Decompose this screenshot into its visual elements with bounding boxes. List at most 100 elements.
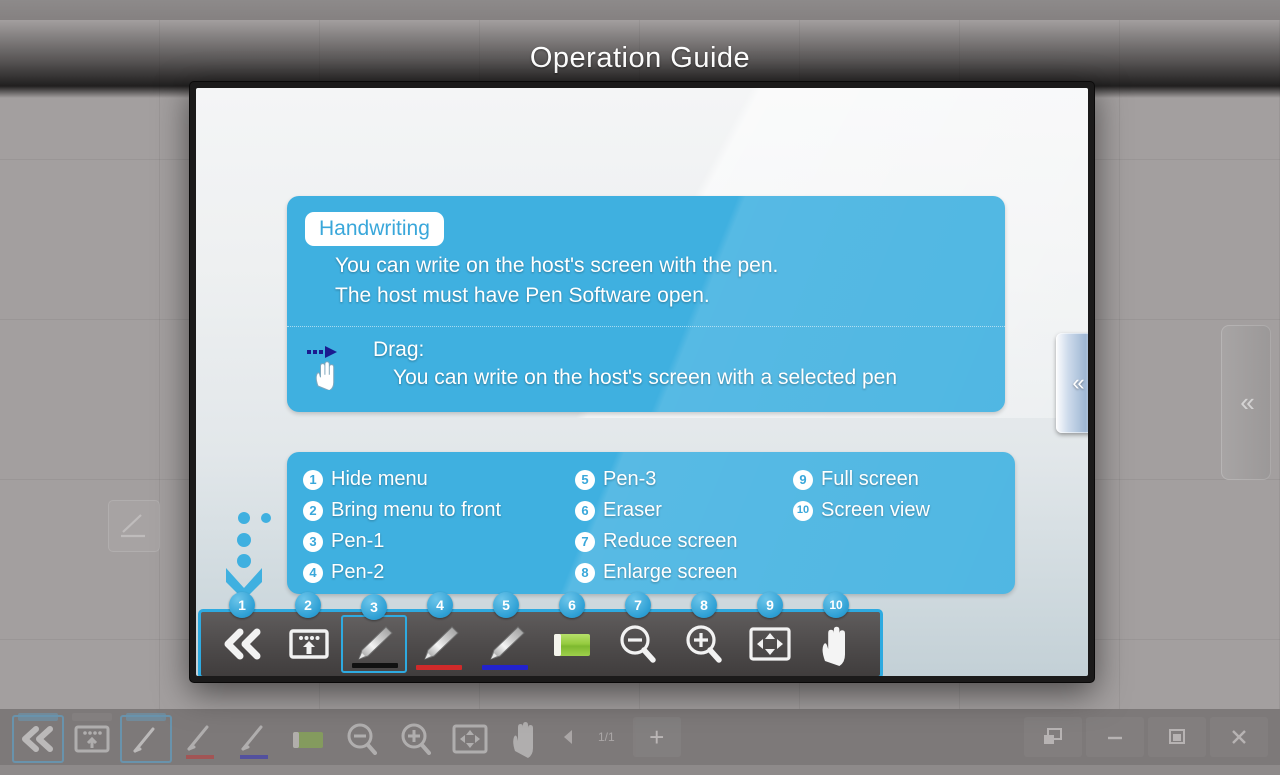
page-indicator: 1/1: [598, 730, 615, 744]
maximize-button[interactable]: [1148, 717, 1206, 757]
legend-label: Reduce screen: [603, 530, 738, 552]
toolbar-badge: 4: [427, 592, 453, 618]
pen-color-bar: [352, 663, 398, 668]
double-chevron-left-icon: «: [1240, 387, 1255, 417]
pen-color-bar: [482, 665, 528, 670]
legend-number: 4: [303, 562, 323, 583]
zoom-out-icon: [610, 619, 666, 669]
page-prev-icon[interactable]: [560, 727, 576, 747]
app-tool-pen-3[interactable]: [228, 715, 280, 763]
hand-icon: [808, 619, 864, 669]
toolbar-badge: 10: [823, 592, 849, 618]
app-tool-hide-menu[interactable]: [12, 713, 64, 763]
dialog-collapse-panel-tab[interactable]: «: [1056, 333, 1088, 433]
legend-label: Eraser: [603, 499, 662, 521]
eraser-icon: [282, 715, 334, 763]
app-tool-bring-to-front[interactable]: [66, 713, 118, 763]
handwriting-line-2: The host must have Pen Software open.: [335, 284, 710, 307]
legend-column-1: 1 Hide menu 2 Bring menu to front 3 Pen-…: [303, 464, 501, 588]
zoom-in-icon: [390, 715, 442, 763]
tool-cap: [18, 713, 58, 721]
toolbar-button-pen-2[interactable]: 4: [407, 592, 473, 673]
panel-divider: [287, 326, 1005, 327]
restore-windows-icon: [1044, 728, 1062, 744]
legend-number: 7: [575, 531, 595, 552]
double-chevron-left-icon: [214, 619, 270, 669]
full-screen-icon: [444, 715, 496, 763]
toolbar-badge: 6: [559, 592, 585, 618]
tool-cap: [126, 713, 166, 721]
app-toolbar: [12, 713, 552, 765]
double-chevron-left-icon: «: [1072, 370, 1084, 395]
app-tool-pen-1[interactable]: [120, 713, 172, 763]
legend-label: Full screen: [821, 468, 919, 490]
handwriting-description: You can write on the host's screen with …: [335, 251, 985, 311]
toolbar-button-bring-to-front[interactable]: 2: [275, 592, 341, 673]
legend-item: 7 Reduce screen: [575, 526, 738, 557]
legend-number: 9: [793, 469, 813, 490]
bring-to-front-icon: [66, 715, 118, 763]
page-title: Operation Guide: [529, 42, 751, 74]
legend-item: 5 Pen-3: [575, 464, 738, 495]
pen-icon: [478, 619, 534, 669]
close-button[interactable]: [1210, 717, 1268, 757]
toolbar-button-eraser[interactable]: 6: [539, 592, 605, 673]
legend-panel: 1 Hide menu 2 Bring menu to front 3 Pen-…: [287, 452, 1015, 594]
toolbar-button-reduce-screen[interactable]: 7: [605, 592, 671, 673]
toolbar-button-screen-view[interactable]: 10: [803, 592, 869, 673]
legend-label: Pen-2: [331, 561, 385, 583]
app-tool-eraser[interactable]: [282, 715, 334, 763]
legend-number: 5: [575, 469, 595, 490]
toolbar-button-pen-1[interactable]: 3: [341, 594, 407, 673]
legend-number: 10: [793, 500, 813, 521]
legend-label: Bring menu to front: [331, 499, 502, 521]
toolbar-badge: 2: [295, 592, 321, 618]
toolbar-button-pen-3[interactable]: 5: [473, 592, 539, 673]
pen-icon: [117, 508, 153, 544]
app-bottom-shelf: [0, 765, 1280, 775]
background-pen-tool-tile: [108, 500, 160, 552]
double-chevron-left-icon: [12, 715, 64, 763]
app-tool-reduce-screen[interactable]: [336, 715, 388, 763]
drag-label: Drag:: [373, 338, 425, 361]
full-screen-icon: [742, 619, 798, 669]
legend-item: 10 Screen view: [793, 495, 930, 526]
pen-icon: [174, 715, 226, 763]
zoom-in-icon: [676, 619, 732, 669]
app-tool-full-screen[interactable]: [444, 715, 496, 763]
minimize-icon: [1108, 736, 1122, 740]
pen-icon: [228, 715, 280, 763]
tool-cap: [72, 713, 112, 721]
background-collapse-panel-tab[interactable]: «: [1221, 325, 1271, 480]
toolbar-badge: 1: [229, 592, 255, 618]
legend-item: 8 Enlarge screen: [575, 557, 738, 588]
legend-number: 1: [303, 469, 323, 490]
cascade-windows-button[interactable]: [1024, 717, 1082, 757]
legend-number: 8: [575, 562, 595, 583]
handwriting-panel: Handwriting You can write on the host's …: [287, 196, 1005, 412]
operation-guide-dialog: Handwriting You can write on the host's …: [190, 82, 1094, 682]
app-page-controls: 1/1 +: [560, 709, 681, 765]
legend-label: Pen-1: [331, 530, 385, 552]
toolbar-button-full-screen[interactable]: 9: [737, 592, 803, 673]
minimize-button[interactable]: [1086, 717, 1144, 757]
drag-hand-arrow-icon: [305, 342, 351, 390]
toolbar-badge: 3: [361, 594, 387, 620]
app-tool-enlarge-screen[interactable]: [390, 715, 442, 763]
legend-label: Hide menu: [331, 468, 428, 490]
app-tool-screen-view[interactable]: [498, 715, 550, 763]
maximize-icon: [1169, 729, 1185, 744]
handwriting-line-1: You can write on the host's screen with …: [335, 254, 779, 277]
legend-label: Pen-3: [603, 468, 657, 490]
legend-item: 1 Hide menu: [303, 464, 501, 495]
add-page-button[interactable]: +: [632, 717, 681, 757]
app-tool-pen-2[interactable]: [174, 715, 226, 763]
close-icon: [1232, 730, 1246, 744]
legend-number: 3: [303, 531, 323, 552]
toolbar-button-enlarge-screen[interactable]: 8: [671, 592, 737, 673]
toolbar-badge: 8: [691, 592, 717, 618]
toolbar-button-hide-menu[interactable]: 1: [209, 592, 275, 673]
operation-guide-dialog-body: Handwriting You can write on the host's …: [196, 88, 1088, 676]
pen-icon: [412, 619, 468, 669]
legend-column-2: 5 Pen-3 6 Eraser 7 Reduce screen 8 Enlar…: [575, 464, 738, 588]
